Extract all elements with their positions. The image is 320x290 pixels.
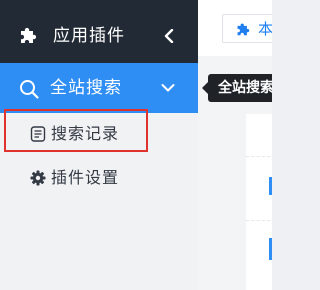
app-frame: 应用插件 全站搜索 搜索记录 插件设置 本 全站搜索: [0, 0, 272, 290]
sidebar-title: 应用插件: [53, 26, 125, 46]
sidebar: 应用插件 全站搜索 搜索记录 插件设置: [0, 0, 199, 290]
tooltip: 全站搜索: [202, 74, 272, 102]
divider: [246, 220, 272, 221]
gear-icon: [30, 170, 46, 186]
sidebar-item-label: 全站搜索: [50, 78, 122, 98]
accent-marker: [269, 238, 272, 260]
sidebar-header: 应用插件: [0, 0, 199, 63]
list-document-icon: [30, 126, 46, 142]
sidebar-subitem-plugin-settings[interactable]: 插件设置: [0, 157, 198, 201]
accent-marker: [269, 177, 272, 195]
chevron-down-icon: [161, 84, 175, 92]
sidebar-item-site-search[interactable]: 全站搜索: [0, 63, 198, 113]
content-panel: [246, 114, 272, 290]
main-toolbar: 本: [198, 0, 272, 56]
puzzle-icon: [237, 23, 250, 36]
main-content: 本: [198, 0, 272, 290]
sidebar-subitem-search-records[interactable]: 搜索记录: [0, 113, 198, 157]
search-icon: [20, 80, 39, 99]
plugin-tab-label: 本: [258, 20, 272, 38]
tooltip-text: 全站搜索: [218, 80, 272, 96]
sidebar-subitem-label: 搜索记录: [51, 124, 120, 143]
chevron-left-icon[interactable]: [164, 29, 174, 43]
divider: [246, 156, 272, 157]
puzzle-icon: [21, 27, 37, 43]
sidebar-subitem-label: 插件设置: [51, 168, 120, 187]
plugin-tab-button[interactable]: 本: [222, 14, 272, 43]
